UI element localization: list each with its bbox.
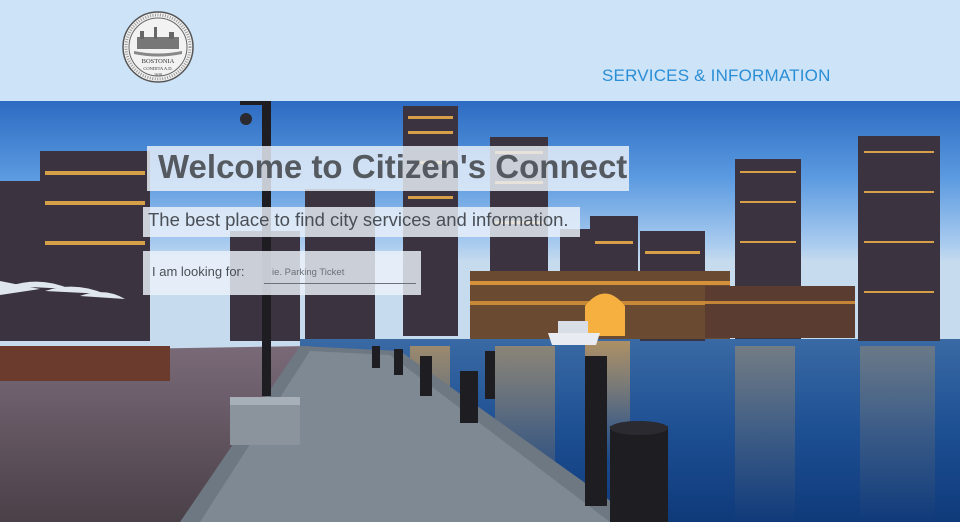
search-input[interactable] (264, 262, 416, 284)
seal-text-mid: CONDITA A.D. (143, 66, 172, 71)
site-header: BOSTONIA CONDITA A.D. 1630 SERVICES & IN… (0, 0, 960, 101)
seal-text-top: BOSTONIA (142, 58, 175, 65)
page-title: Welcome to Citizen's Connect (158, 148, 628, 185)
search-label: I am looking for: (152, 264, 245, 279)
page-tagline: The best place to find city services and… (148, 209, 569, 230)
nav-services-information-link[interactable]: SERVICES & INFORMATION (602, 66, 831, 86)
seal-text-year: 1630 (154, 72, 162, 77)
city-seal-logo[interactable]: BOSTONIA CONDITA A.D. 1630 (122, 10, 194, 84)
